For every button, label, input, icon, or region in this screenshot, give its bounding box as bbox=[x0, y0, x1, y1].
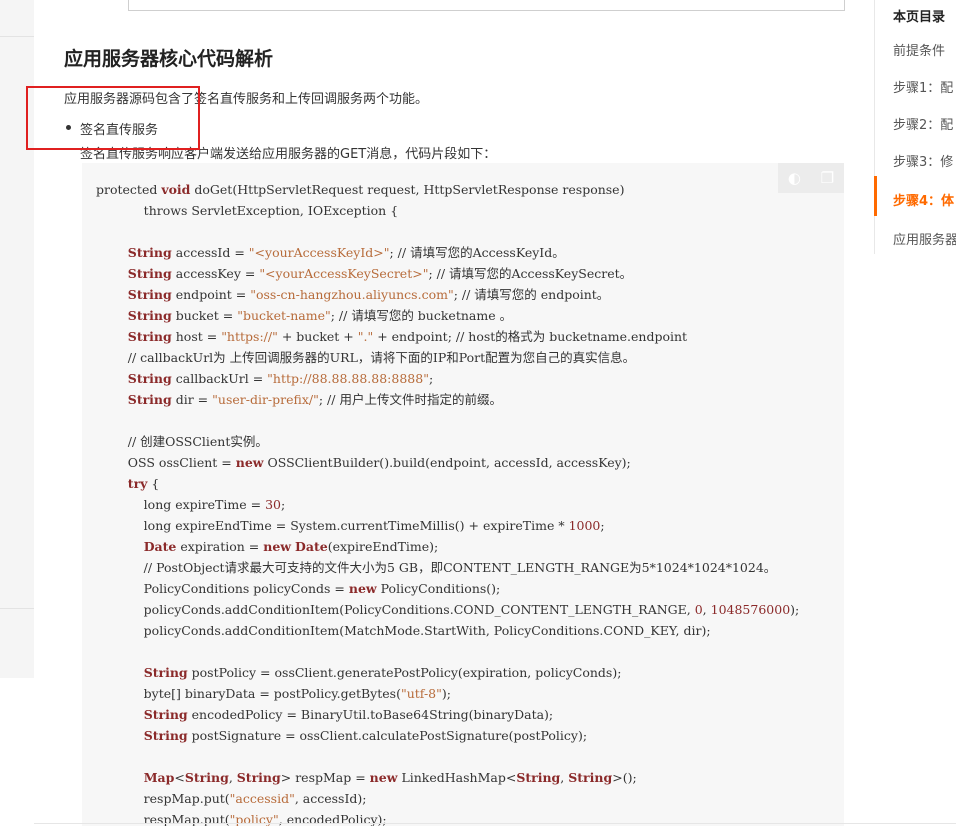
feature-list: 签名直传服务 bbox=[64, 119, 158, 138]
bullet-dot bbox=[66, 125, 71, 130]
intro-text: 应用服务器源码包含了签名直传服务和上传回调服务两个功能。 bbox=[64, 92, 429, 107]
code-content: protected void doGet(HttpServletRequest … bbox=[96, 182, 800, 826]
left-gutter bbox=[0, 0, 34, 678]
toc-item-prerequisites[interactable]: 前提条件 bbox=[893, 40, 945, 59]
toc-item-app-server[interactable]: 应用服务器 bbox=[893, 229, 956, 248]
divider bbox=[0, 36, 34, 37]
toc-item-step1[interactable]: 步骤1：配 bbox=[893, 77, 953, 96]
list-item-label: 签名直传服务 bbox=[80, 123, 159, 138]
list-item: 签名直传服务 bbox=[64, 119, 158, 138]
previous-content-box bbox=[128, 0, 845, 11]
list-item-description: 签名直传服务响应客户端发送给应用服务器的GET消息，代码片段如下： bbox=[80, 147, 497, 162]
toc-item-step4[interactable]: 步骤4：体 bbox=[893, 190, 954, 209]
toc-item-step3[interactable]: 步骤3：修 bbox=[893, 151, 953, 170]
copy-icon[interactable]: ❐ bbox=[821, 169, 834, 187]
toc-title: 本页目录 bbox=[893, 10, 946, 25]
section-title: 应用服务器核心代码解析 bbox=[64, 48, 274, 70]
toc-item-step2[interactable]: 步骤2：配 bbox=[893, 114, 953, 133]
code-block: ◐ ❐ protected void doGet(HttpServletRequ… bbox=[82, 163, 844, 826]
divider bbox=[34, 823, 956, 824]
divider bbox=[0, 608, 34, 609]
table-of-contents: 本页目录 前提条件 步骤1：配 步骤2：配 步骤3：修 步骤4：体 应用服务器 bbox=[874, 0, 956, 254]
toc-active-indicator bbox=[874, 176, 877, 216]
